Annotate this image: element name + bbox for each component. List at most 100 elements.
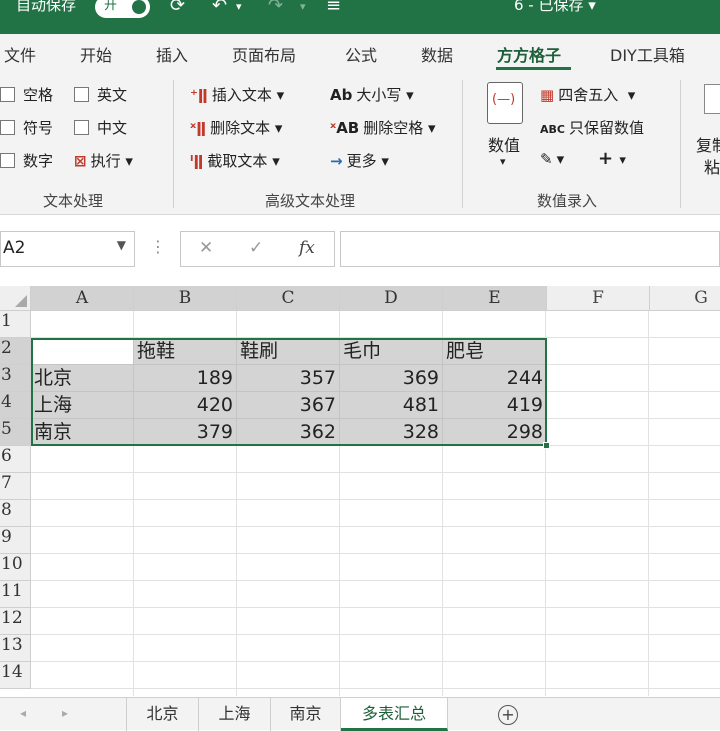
- column-header-b[interactable]: B: [134, 286, 237, 311]
- column-header-a[interactable]: A: [31, 286, 134, 311]
- cell-c3[interactable]: 357: [237, 365, 340, 392]
- add-sheet-icon[interactable]: +: [498, 705, 518, 725]
- undo-dropdown-icon[interactable]: ▾: [236, 0, 242, 13]
- tab-file[interactable]: 文件: [4, 42, 36, 66]
- sheet-tab-nanjing[interactable]: 南京: [271, 698, 341, 731]
- more-button[interactable]: → 更多 ▾: [330, 150, 389, 171]
- group-divider: [680, 80, 681, 208]
- tab-diy-toolbox[interactable]: DIY工具箱: [610, 42, 685, 66]
- cell-b2[interactable]: 拖鞋: [134, 338, 237, 365]
- add-dropdown-button[interactable]: + ▾: [598, 148, 626, 169]
- copy-paste-button[interactable]: 复制: [696, 132, 720, 156]
- row-header-5[interactable]: 5: [0, 419, 31, 446]
- cell-d2[interactable]: 毛巾: [340, 338, 443, 365]
- extract-text-button[interactable]: ᴵǁ 截取文本 ▾: [190, 150, 280, 171]
- round-button[interactable]: ▦ 四舍五入 ▾: [540, 84, 635, 105]
- row-header-1[interactable]: 1: [0, 311, 31, 338]
- name-box[interactable]: A2 ▼: [0, 231, 135, 267]
- row-header-11[interactable]: 11: [0, 581, 31, 608]
- cell-d5[interactable]: 328: [340, 419, 443, 446]
- row-header-2[interactable]: 2: [0, 338, 31, 365]
- scroll-left-icon[interactable]: ◂: [20, 706, 26, 720]
- row-header-13[interactable]: 13: [0, 635, 31, 662]
- cell-e4[interactable]: 419: [443, 392, 547, 419]
- cell-c4[interactable]: 367: [237, 392, 340, 419]
- case-icon: Ab: [330, 86, 353, 104]
- row-header-3[interactable]: 3: [0, 365, 31, 392]
- value-dropdown-icon[interactable]: ▾: [500, 155, 506, 168]
- scroll-right-icon[interactable]: ▸: [62, 706, 68, 720]
- column-header-f[interactable]: F: [547, 286, 650, 311]
- autosave-label: 自动保存: [16, 0, 77, 14]
- fill-handle[interactable]: [543, 442, 550, 449]
- row-header-12[interactable]: 12: [0, 608, 31, 635]
- checkbox-english-label: 英文: [97, 86, 128, 104]
- execute-button[interactable]: ⊠ 执行 ▾: [74, 150, 133, 171]
- cell-b4[interactable]: 420: [134, 392, 237, 419]
- autosave-toggle[interactable]: 开: [95, 0, 150, 18]
- save-icon[interactable]: ⟳: [170, 0, 185, 16]
- cell-e2[interactable]: 肥皂: [443, 338, 547, 365]
- cell-c2[interactable]: 鞋刷: [237, 338, 340, 365]
- delete-text-button[interactable]: ˣǁ 删除文本 ▾: [190, 117, 282, 138]
- tab-fangfanggezi[interactable]: 方方格子: [497, 42, 561, 66]
- sheet-tab-beijing[interactable]: 北京: [127, 698, 199, 731]
- tab-home[interactable]: 开始: [80, 42, 112, 66]
- checkbox-box-icon: [74, 120, 89, 135]
- cell-b3[interactable]: 189: [134, 365, 237, 392]
- checkbox-space[interactable]: 空格: [0, 84, 53, 105]
- checkbox-symbol[interactable]: 符号: [0, 117, 53, 138]
- cell-a3[interactable]: 北京: [31, 365, 134, 392]
- cell-a4[interactable]: 上海: [31, 392, 134, 419]
- row-header-14[interactable]: 14: [0, 662, 31, 689]
- chevron-down-icon[interactable]: ▼: [117, 238, 126, 252]
- tab-insert[interactable]: 插入: [156, 42, 188, 66]
- column-header-d[interactable]: D: [340, 286, 443, 311]
- row-header-10[interactable]: 10: [0, 554, 31, 581]
- delete-space-button[interactable]: ˣAB 删除空格 ▾: [330, 117, 436, 138]
- cell-a2[interactable]: [31, 338, 134, 365]
- row-header-8[interactable]: 8: [0, 500, 31, 527]
- select-all-corner[interactable]: [0, 286, 31, 311]
- row-header-6[interactable]: 6: [0, 446, 31, 473]
- checkbox-english[interactable]: 英文: [74, 84, 127, 105]
- column-header-c[interactable]: C: [237, 286, 340, 311]
- column-header-e[interactable]: E: [443, 286, 547, 311]
- cell-c5[interactable]: 362: [237, 419, 340, 446]
- value-button[interactable]: 数值: [488, 132, 520, 156]
- tab-data[interactable]: 数据: [421, 42, 453, 66]
- insert-function-icon[interactable]: fx: [299, 238, 315, 258]
- checkbox-chinese[interactable]: 中文: [74, 117, 127, 138]
- confirm-icon[interactable]: ✓: [249, 238, 263, 258]
- checkbox-number[interactable]: 数字: [0, 150, 53, 171]
- tab-formulas[interactable]: 公式: [345, 42, 377, 66]
- row-header-4[interactable]: 4: [0, 392, 31, 419]
- undo-icon[interactable]: ↶: [212, 0, 227, 16]
- group-label-advanced-text: 高级文本处理: [265, 192, 356, 210]
- redo-dropdown-icon[interactable]: ▾: [300, 0, 306, 13]
- column-header-g[interactable]: G: [650, 286, 720, 311]
- edit-dropdown-button[interactable]: ✎ ▾: [540, 150, 564, 168]
- row-header-7[interactable]: 7: [0, 473, 31, 500]
- cell-e3[interactable]: 244: [443, 365, 547, 392]
- case-button[interactable]: Ab 大小写 ▾: [330, 84, 414, 105]
- cancel-icon[interactable]: ✕: [199, 238, 213, 258]
- cell-a5[interactable]: 南京: [31, 419, 134, 446]
- sheet-tab-summary[interactable]: 多表汇总: [341, 698, 448, 731]
- row-header-9[interactable]: 9: [0, 527, 31, 554]
- customize-qat-icon[interactable]: ≡: [326, 0, 341, 16]
- abc-icon: ABC: [540, 123, 565, 136]
- tab-page-layout[interactable]: 页面布局: [232, 42, 296, 66]
- cell-e5[interactable]: 298: [443, 419, 547, 446]
- group-label-text: 文本处理: [43, 192, 104, 210]
- keep-value-button[interactable]: ABC 只保留数值: [540, 117, 644, 138]
- formula-input[interactable]: [340, 231, 720, 267]
- cell-b5[interactable]: 379: [134, 419, 237, 446]
- redo-icon[interactable]: ↷: [268, 0, 283, 16]
- cell-d4[interactable]: 481: [340, 392, 443, 419]
- cell-d3[interactable]: 369: [340, 365, 443, 392]
- insert-text-button[interactable]: ⁺ǁ 插入文本 ▾: [190, 84, 284, 105]
- document-title: 6 - 已保存 ▾: [514, 0, 596, 14]
- execute-label: 执行: [90, 152, 121, 170]
- sheet-tab-shanghai[interactable]: 上海: [199, 698, 271, 731]
